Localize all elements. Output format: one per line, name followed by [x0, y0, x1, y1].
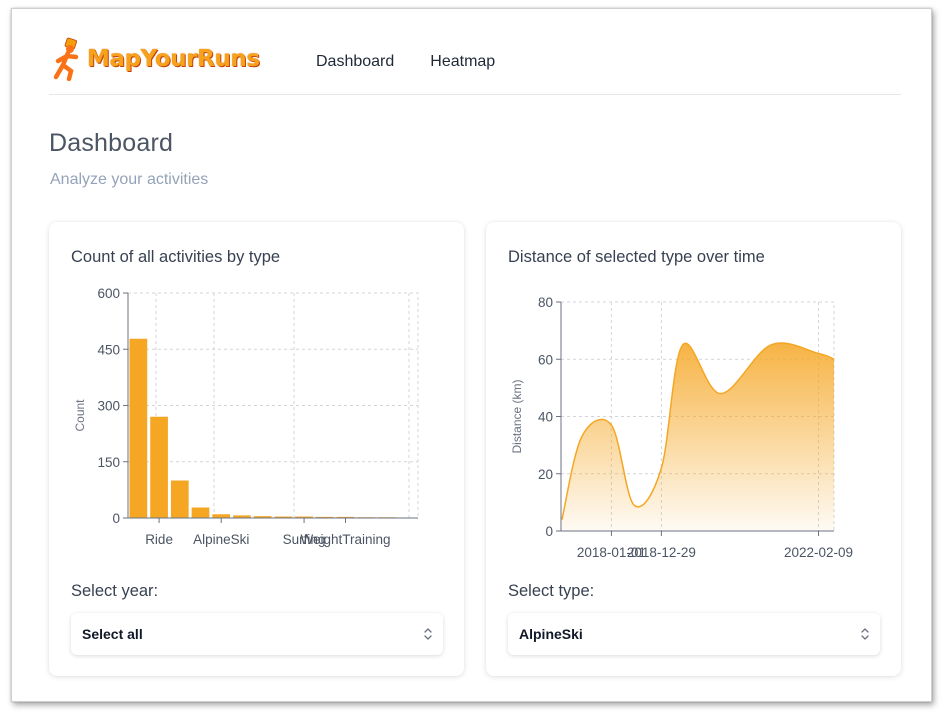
type-select[interactable]: AlpineSki — [508, 613, 880, 655]
top-nav-bar: MapYourRuns Dashboard Heatmap — [49, 31, 901, 95]
logo[interactable]: MapYourRuns — [49, 37, 260, 81]
y-tick-label: 60 — [538, 352, 553, 367]
y-tick-label: 150 — [97, 455, 120, 470]
y-axis-label: Count — [73, 399, 87, 432]
year-select-label: Select year: — [71, 582, 159, 600]
page-title: Dashboard — [49, 129, 174, 157]
x-tick-label: 2022-02-09 — [784, 545, 853, 560]
card-title: Distance of selected type over time — [508, 248, 765, 266]
year-select-value: Select all — [82, 626, 143, 642]
y-tick-label: 20 — [538, 467, 553, 482]
x-tick-label: Ride — [145, 532, 173, 547]
x-tick-label: WeightTraining — [300, 532, 390, 547]
activity-count-bar-chart: 0150300450600Ride AlpineSki SurfingWeightT… — [73, 286, 419, 547]
y-axis-label: Distance (km) — [510, 379, 524, 453]
y-tick-label: 40 — [538, 410, 553, 425]
nav-heatmap-link[interactable]: Heatmap — [430, 53, 495, 71]
area-fill — [561, 343, 834, 531]
type-select-value: AlpineSki — [519, 626, 583, 642]
type-select-label: Select type: — [508, 582, 595, 600]
y-tick-label: 600 — [97, 286, 120, 301]
y-tick-label: 0 — [112, 511, 120, 526]
bar — [170, 480, 189, 518]
chevron-up-down-icon — [861, 628, 869, 640]
year-select[interactable]: Select all — [71, 613, 443, 655]
y-tick-label: 300 — [97, 399, 120, 414]
main-nav: Dashboard Heatmap — [316, 53, 495, 71]
y-tick-label: 80 — [538, 295, 553, 310]
bar — [191, 507, 210, 518]
x-tick-label: 2018-12-29 — [627, 545, 696, 560]
chevron-up-down-icon — [424, 628, 432, 640]
bar — [150, 416, 168, 518]
page-subtitle: Analyze your activities — [50, 171, 209, 188]
nav-dashboard-link[interactable]: Dashboard — [316, 53, 394, 71]
bar — [129, 338, 148, 518]
x-tick-label: AlpineSki — [193, 532, 249, 547]
y-tick-label: 450 — [97, 342, 120, 357]
runner-logo-icon — [53, 37, 79, 81]
bar — [212, 514, 231, 518]
y-tick-label: 0 — [545, 524, 553, 539]
card-title: Count of all activities by type — [71, 248, 281, 266]
logo-text: MapYourRuns — [87, 46, 260, 72]
app-window: MapYourRuns Dashboard Heatmap Dashboard … — [11, 8, 932, 702]
distance-over-time-card: Distance of selected type over time 0 20 4… — [486, 222, 901, 676]
activity-count-card: Count of all activities by type 0 150 300 4… — [49, 222, 464, 676]
distance-area-chart: 0204060802018-01-012018-12-29 2022-02-09D… — [510, 295, 853, 560]
